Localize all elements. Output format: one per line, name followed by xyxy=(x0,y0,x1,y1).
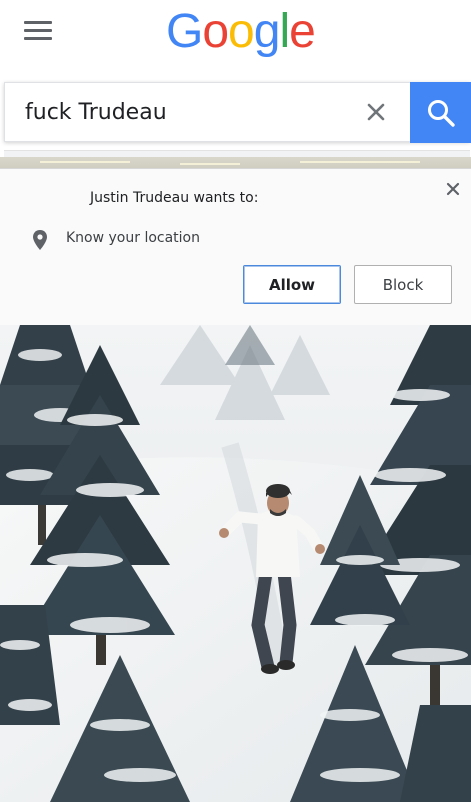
search-button[interactable] xyxy=(410,82,471,143)
logo-letter: g xyxy=(253,5,281,58)
screen: Google Justin Trudeau wants to: xyxy=(0,0,471,802)
header: Google xyxy=(0,0,471,82)
clear-search-button[interactable] xyxy=(361,97,391,127)
location-pin-icon xyxy=(32,229,48,251)
prompt-close-button[interactable] xyxy=(445,181,461,197)
permission-description: Know your location xyxy=(66,230,200,246)
logo-letter: e xyxy=(289,5,316,58)
logo-letter: o xyxy=(228,5,255,58)
magnifier-icon xyxy=(428,100,455,127)
logo-letter: o xyxy=(202,5,229,58)
search-input[interactable] xyxy=(25,95,345,129)
photo-illustration xyxy=(0,325,471,802)
block-button[interactable]: Block xyxy=(354,265,452,304)
logo-letter: G xyxy=(166,5,203,58)
search-bar xyxy=(4,82,471,143)
close-icon xyxy=(446,182,460,196)
permission-prompt: Justin Trudeau wants to: Know your locat… xyxy=(0,168,471,325)
close-icon xyxy=(367,103,385,121)
prompt-title: Justin Trudeau wants to: xyxy=(90,190,259,206)
allow-button[interactable]: Allow xyxy=(243,265,341,304)
logo-letter: l xyxy=(279,5,290,58)
snow-forest-photo xyxy=(0,325,471,802)
hamburger-menu-icon[interactable] xyxy=(24,19,54,41)
google-logo[interactable]: Google xyxy=(166,2,316,62)
